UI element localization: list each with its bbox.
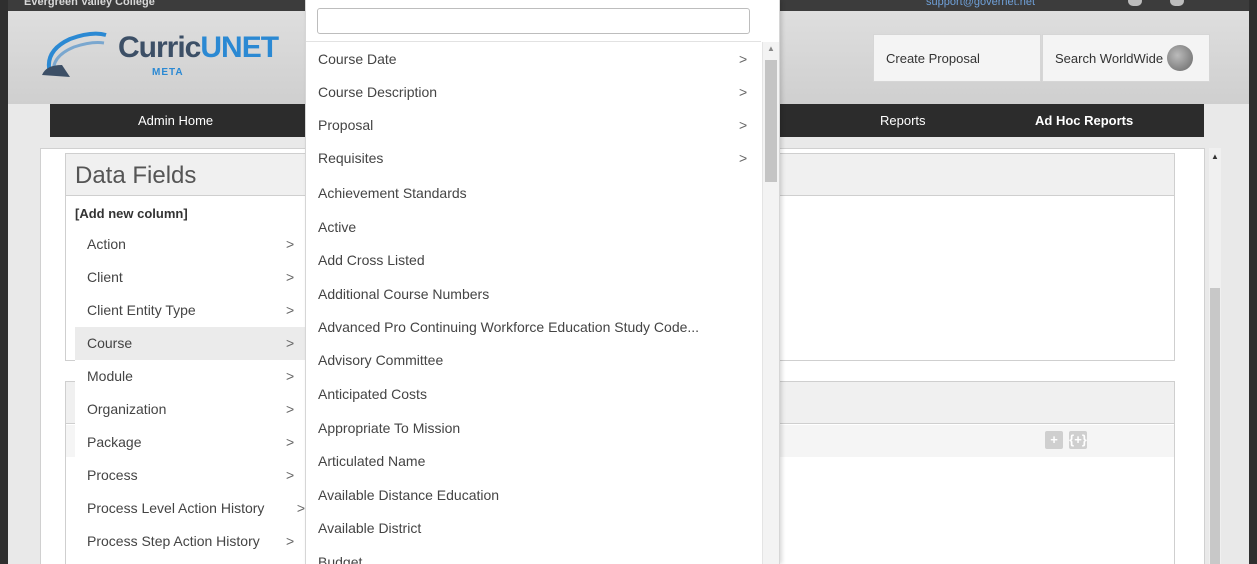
support-email-link[interactable]: support@governet.net	[926, 0, 1035, 8]
college-name: Evergreen Valley College	[24, 0, 155, 8]
chevron-right-icon: >	[286, 236, 295, 252]
chevron-right-icon: >	[286, 368, 295, 384]
dropdown-scrollbar[interactable]: ▲	[762, 42, 779, 564]
chevron-right-icon: >	[286, 467, 295, 483]
option-achievement-standards[interactable]: Achievement Standards	[306, 176, 761, 209]
chevron-right-icon: >	[286, 401, 295, 417]
chevron-right-icon: >	[296, 500, 305, 516]
logo-brand: CurricUNET	[118, 31, 279, 64]
option-additional-course-numbers[interactable]: Additional Course Numbers	[306, 277, 761, 310]
nav-admin-home[interactable]: Admin Home	[138, 113, 213, 128]
data-fields-title: Data Fields	[75, 162, 197, 189]
option-advisory-committee[interactable]: Advisory Committee	[306, 343, 761, 376]
scroll-up-arrow-icon[interactable]: ▲	[767, 44, 775, 53]
chevron-right-icon: >	[286, 302, 295, 318]
menu-item-client[interactable]: Client >	[75, 261, 305, 294]
menu-item-process-step-action-history[interactable]: Process Step Action History >	[75, 525, 305, 558]
option-articulated-name[interactable]: Articulated Name	[306, 444, 761, 477]
option-anticipated-costs[interactable]: Anticipated Costs	[306, 377, 761, 410]
menu-item-course[interactable]: Course >	[75, 327, 305, 360]
add-group-button[interactable]: {+}	[1069, 431, 1087, 449]
option-appropriate-to-mission[interactable]: Appropriate To Mission	[306, 411, 761, 444]
option-proposal[interactable]: Proposal >	[306, 108, 761, 141]
menu-item-client-entity-type[interactable]: Client Entity Type >	[75, 294, 305, 327]
add-criteria-button[interactable]: +	[1045, 431, 1063, 449]
option-budget[interactable]: Budget	[306, 545, 761, 564]
option-course-description[interactable]: Course Description >	[306, 75, 761, 108]
nav-reports[interactable]: Reports	[880, 113, 926, 128]
chevron-right-icon: >	[286, 269, 295, 285]
entity-menu: Action > Client > Client Entity Type > Cour…	[75, 228, 305, 564]
option-requisites[interactable]: Requisites >	[306, 141, 761, 174]
option-advanced-pro-continuing[interactable]: Advanced Pro Continuing Workforce Educat…	[306, 310, 761, 343]
chevron-right-icon: >	[286, 335, 295, 351]
page-scroll-thumb[interactable]	[1210, 288, 1220, 564]
menu-item-module[interactable]: Module >	[75, 360, 305, 393]
add-new-column-link[interactable]: [Add new column]	[75, 206, 188, 221]
gear-icon[interactable]	[1128, 0, 1142, 6]
nav-ad-hoc-reports[interactable]: Ad Hoc Reports	[1035, 113, 1133, 128]
chevron-right-icon: >	[739, 51, 748, 67]
logo-meta: META	[152, 67, 184, 78]
chevron-right-icon: >	[739, 150, 748, 166]
chevron-right-icon: >	[739, 84, 748, 100]
menu-item-organization[interactable]: Organization >	[75, 393, 305, 426]
chevron-right-icon: >	[286, 533, 295, 549]
page-scrollbar[interactable]: ▲	[1209, 148, 1221, 564]
menu-item-package[interactable]: Package >	[75, 426, 305, 459]
option-add-cross-listed[interactable]: Add Cross Listed	[306, 243, 761, 276]
menu-item-action[interactable]: Action >	[75, 228, 305, 261]
search-worldwide-button[interactable]: Search WorldWide	[1042, 34, 1210, 82]
chevron-right-icon: >	[286, 434, 295, 450]
page: Evergreen Valley College support@governe…	[8, 0, 1249, 564]
menu-item-process[interactable]: Process >	[75, 459, 305, 492]
chevron-right-icon: >	[739, 117, 748, 133]
course-fields-dropdown: Course Date > Course Description > Proposa…	[305, 0, 780, 564]
field-search-input[interactable]	[317, 8, 750, 34]
globe-icon	[1167, 45, 1194, 71]
create-proposal-button[interactable]: Create Proposal	[873, 34, 1041, 82]
user-icon[interactable]	[1170, 0, 1184, 6]
menu-item-process-level-action-history[interactable]: Process Level Action History >	[75, 492, 305, 525]
logo-swoosh-icon	[42, 31, 107, 77]
option-available-distance-education[interactable]: Available Distance Education	[306, 478, 761, 511]
option-available-district[interactable]: Available District	[306, 511, 761, 544]
curricunet-logo[interactable]: CurricUNET META	[40, 23, 279, 83]
option-active[interactable]: Active	[306, 210, 761, 243]
option-course-date[interactable]: Course Date >	[306, 42, 761, 75]
dropdown-scroll-thumb[interactable]	[765, 60, 777, 182]
scroll-up-arrow-icon[interactable]: ▲	[1211, 152, 1219, 161]
